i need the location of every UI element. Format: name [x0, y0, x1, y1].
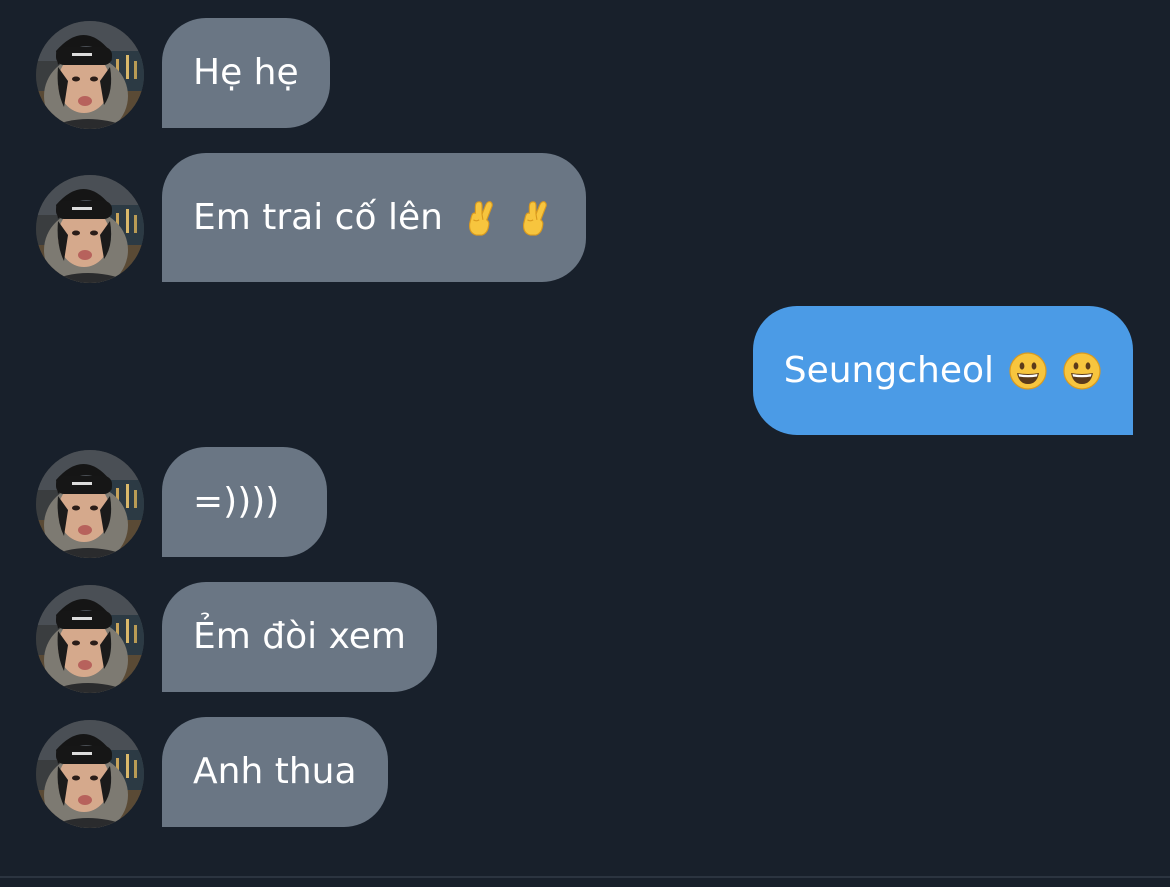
- grinning-face-emoji: [1008, 351, 1048, 391]
- incoming-message-bubble[interactable]: Em trai cố lên: [162, 153, 586, 282]
- outgoing-message-bubble[interactable]: Seungcheol: [752, 306, 1133, 435]
- avatar[interactable]: [36, 720, 144, 828]
- divider: [0, 876, 1170, 878]
- message-text: Seungcheol: [783, 349, 994, 391]
- incoming-message-bubble[interactable]: Anh thua: [162, 717, 388, 827]
- chat-thread: Hẹ hẹ Em trai cố lên Seungcheol =)))) Ẻm…: [0, 0, 1170, 887]
- incoming-message-bubble[interactable]: Hẹ hẹ: [162, 18, 330, 128]
- incoming-message-bubble[interactable]: Ẻm đòi xem: [162, 582, 437, 692]
- message-text: Anh thua: [193, 751, 357, 792]
- message-text: Em trai cố lên: [193, 196, 443, 238]
- message-text: =)))): [193, 481, 280, 522]
- avatar[interactable]: [36, 450, 144, 558]
- crossed-fingers-emoji: [463, 198, 501, 238]
- avatar[interactable]: [36, 585, 144, 693]
- avatar[interactable]: [36, 21, 144, 129]
- message-text: Hẹ hẹ: [193, 52, 299, 93]
- message-text: Ẻm đòi xem: [193, 616, 406, 657]
- grinning-face-emoji: [1062, 351, 1102, 391]
- crossed-fingers-emoji: [517, 198, 555, 238]
- incoming-message-bubble[interactable]: =)))): [162, 447, 327, 557]
- avatar[interactable]: [36, 175, 144, 283]
